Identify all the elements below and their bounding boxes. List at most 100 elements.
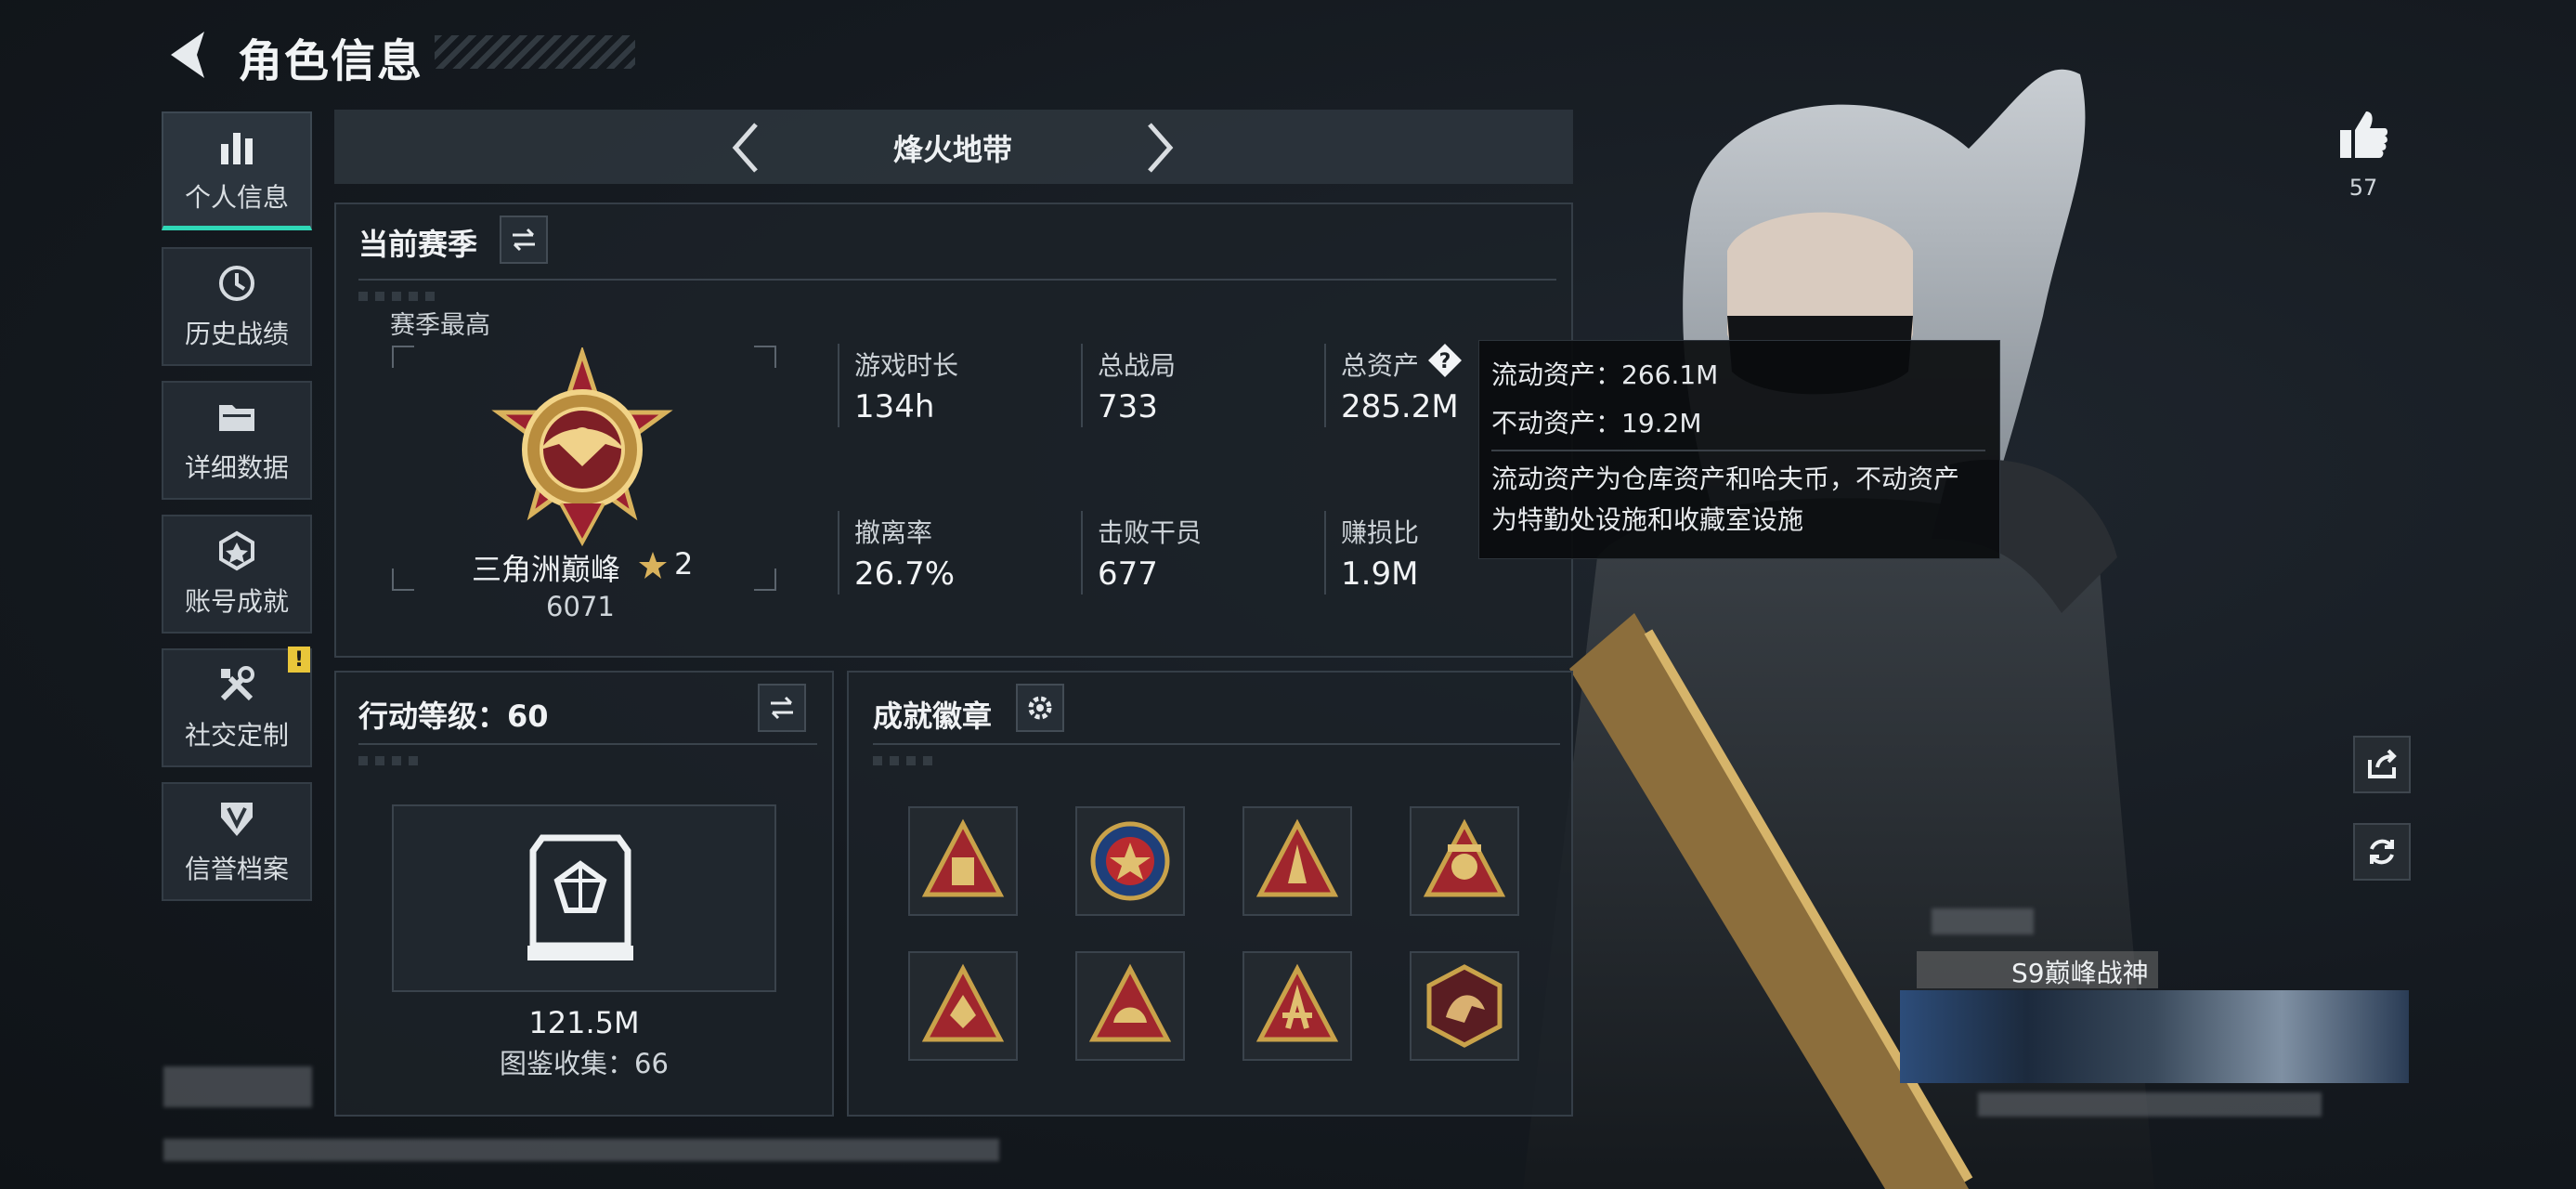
sidebar-item-label: 个人信息 <box>184 181 289 213</box>
sidebar-item-reputation[interactable]: 信誉档案 <box>162 782 312 901</box>
rank-stars: 2 <box>674 546 694 581</box>
decoration <box>873 756 938 765</box>
achievement-badge[interactable] <box>1242 806 1352 916</box>
action-level-switch-button[interactable] <box>758 684 806 732</box>
badge-8-icon <box>1426 964 1503 1048</box>
frame-corner <box>754 346 776 368</box>
sidebar-item-personal-info[interactable]: 个人信息 <box>162 111 312 230</box>
redacted-footer <box>163 1139 999 1161</box>
folder-icon <box>219 405 254 431</box>
tooltip-divider <box>1491 450 1985 451</box>
player-title: S9巅峰战神 <box>2011 958 2149 988</box>
stat-separator <box>838 511 839 594</box>
stat-value: 285.2M <box>1341 388 1459 425</box>
stat-value: 26.7% <box>854 555 956 593</box>
notification-badge: ! <box>288 647 310 673</box>
achievement-badge[interactable] <box>1242 951 1352 1061</box>
stat-separator <box>1081 511 1083 594</box>
chevron-right-icon[interactable] <box>1135 119 1181 176</box>
share-icon <box>2368 749 2397 778</box>
achievement-badge[interactable] <box>1410 951 1519 1061</box>
bar-chart-icon <box>221 132 253 164</box>
page-title: 角色信息 <box>238 35 424 87</box>
tooltip-desc-line: 为特勤处设施和收藏室设施 <box>1491 504 1804 535</box>
stat-value: 1.9M <box>1341 555 1419 593</box>
stat-value: 733 <box>1098 388 1158 425</box>
rank-name: 三角洲巅峰 <box>472 552 621 587</box>
stat-label: 赚损比 <box>1341 517 1420 548</box>
achievement-badge[interactable] <box>1410 806 1519 916</box>
share-button[interactable] <box>2353 736 2411 793</box>
star-icon <box>639 552 667 579</box>
redacted-info <box>1978 1092 2322 1117</box>
achievements-settings-button[interactable] <box>1016 684 1064 732</box>
rank-emblem-icon <box>491 347 673 547</box>
stat-label: 击败干员 <box>1098 517 1203 548</box>
stat-label: 游戏时长 <box>854 350 959 381</box>
player-banner <box>1900 990 2409 1083</box>
decoration <box>358 756 423 765</box>
stat-separator <box>838 344 839 427</box>
swap-icon <box>513 228 535 252</box>
stat-label: 撤离率 <box>854 517 933 548</box>
gear-icon <box>1028 696 1052 720</box>
frame-corner <box>754 568 776 591</box>
tooltip-desc-line: 流动资产为仓库资产和哈夫币，不动资产 <box>1491 464 1960 494</box>
collection-value: 121.5M <box>528 1005 640 1040</box>
stat-separator <box>1081 344 1083 427</box>
redacted-name <box>1932 908 2034 934</box>
divider <box>873 743 1560 745</box>
sidebar-item-label: 信誉档案 <box>184 854 289 884</box>
title-decoration <box>435 35 635 69</box>
sidebar-item-label: 详细数据 <box>184 452 289 483</box>
stat-value: 677 <box>1098 555 1158 593</box>
refresh-icon <box>2370 839 2394 865</box>
back-arrow-icon[interactable] <box>163 26 212 84</box>
sidebar-item-label: 账号成就 <box>184 586 289 617</box>
chevron-left-icon[interactable] <box>724 119 771 176</box>
achievements-title: 成就徽章 <box>873 699 993 734</box>
mode-title: 烽火地带 <box>892 132 1012 167</box>
badge-5-icon <box>921 963 1005 1042</box>
swap-icon <box>771 696 793 720</box>
achievement-badge[interactable] <box>1075 951 1185 1061</box>
badge-3-icon <box>1255 818 1339 897</box>
tooltip-liquid-assets: 流动资产：266.1M <box>1491 359 1719 390</box>
collection-showcase-icon <box>527 834 633 960</box>
badge-1-icon <box>921 818 1005 897</box>
sidebar-item-achievements[interactable]: 账号成就 <box>162 515 312 634</box>
stat-label: 总战局 <box>1098 350 1177 381</box>
sidebar-item-label: 历史战绩 <box>184 319 289 349</box>
sidebar-item-match-history[interactable]: 历史战绩 <box>162 247 312 366</box>
achievement-badge[interactable] <box>1075 806 1185 916</box>
collection-count: 图鉴收集：66 <box>500 1048 669 1079</box>
sidebar-item-label: 社交定制 <box>184 720 289 751</box>
info-help-icon[interactable]: ? <box>1426 342 1464 379</box>
badge-2-icon <box>1090 821 1170 901</box>
achievement-badge[interactable] <box>908 806 1018 916</box>
tooltip-fixed-assets: 不动资产：19.2M <box>1491 408 1702 438</box>
badge-6-icon <box>1088 963 1172 1042</box>
season-title: 当前赛季 <box>358 227 478 262</box>
stat-value: 134h <box>854 388 935 425</box>
badge-4-icon <box>1423 818 1506 897</box>
like-count: 57 <box>2348 175 2378 201</box>
svg-text:?: ? <box>1439 350 1451 373</box>
badge-7-icon <box>1255 963 1339 1042</box>
divider <box>358 279 1556 281</box>
frame-corner <box>392 568 414 591</box>
action-level-title: 行动等级：60 <box>358 699 549 734</box>
season-best-label: 赛季最高 <box>390 311 490 340</box>
history-clock-icon <box>219 266 254 301</box>
season-switch-button[interactable] <box>500 216 548 264</box>
stat-separator <box>1324 344 1326 427</box>
stat-separator <box>1324 511 1326 594</box>
shield-icon <box>221 803 253 836</box>
sidebar-item-detailed-data[interactable]: 详细数据 <box>162 381 312 500</box>
achievement-badge[interactable] <box>908 951 1018 1061</box>
refresh-button[interactable] <box>2353 823 2411 881</box>
thumbs-up-icon[interactable] <box>2336 108 2390 162</box>
tools-icon <box>220 666 254 701</box>
medal-icon <box>219 530 254 571</box>
decoration <box>358 292 442 301</box>
